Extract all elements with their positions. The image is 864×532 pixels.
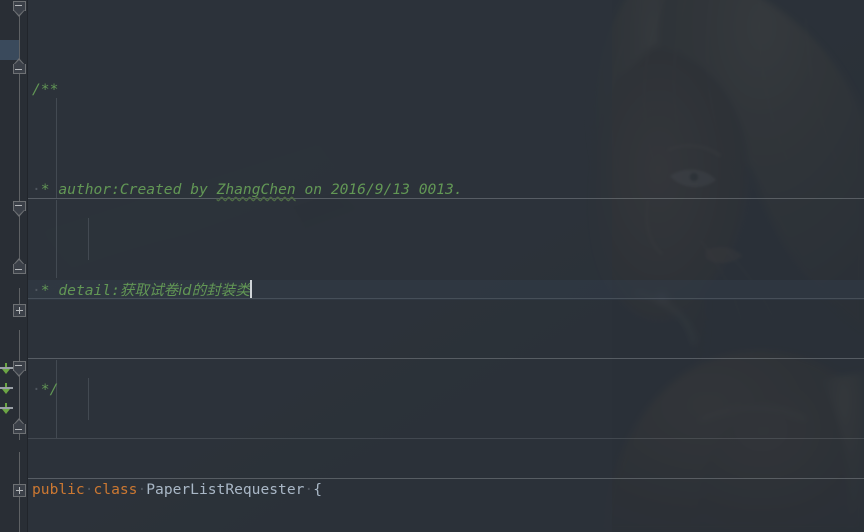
fold-ruler-line bbox=[19, 74, 20, 274]
fold-region-end-icon[interactable] bbox=[13, 418, 26, 434]
keyword-class: class bbox=[93, 481, 138, 498]
code-line[interactable]: /** bbox=[28, 80, 864, 100]
code-line-current[interactable]: ·* detail:获取试卷id的封装类 bbox=[28, 280, 864, 300]
code-editor[interactable]: /** ·* author:Created by ZhangChen on 20… bbox=[0, 0, 864, 532]
class-name: PaperListRequester bbox=[146, 481, 305, 498]
fold-ruler-line bbox=[19, 14, 20, 60]
implemented-method-icon[interactable] bbox=[0, 363, 13, 376]
implemented-method-icon[interactable] bbox=[0, 383, 13, 396]
whitespace-dot: · bbox=[32, 381, 41, 398]
fold-region-end-icon[interactable] bbox=[13, 258, 26, 274]
code-line[interactable]: ·*/ bbox=[28, 380, 864, 400]
code-line[interactable]: public·class·PaperListRequester·{ bbox=[28, 480, 864, 500]
javadoc-open: /** bbox=[32, 81, 59, 98]
fold-collapse-icon[interactable] bbox=[13, 201, 26, 218]
text-caret bbox=[249, 280, 252, 298]
fold-collapse-icon[interactable] bbox=[13, 1, 26, 18]
whitespace-dot: · bbox=[32, 181, 41, 198]
code-content[interactable]: /** ·* author:Created by ZhangChen on 20… bbox=[28, 0, 864, 532]
implemented-method-icon[interactable] bbox=[0, 403, 13, 416]
javadoc-close: */ bbox=[40, 381, 59, 398]
fold-collapse-icon[interactable] bbox=[13, 361, 26, 378]
whitespace-dot: · bbox=[32, 282, 41, 299]
gutter-markers[interactable] bbox=[0, 0, 28, 532]
keyword-public: public bbox=[32, 481, 85, 498]
fold-expand-icon[interactable] bbox=[13, 484, 26, 497]
fold-expand-icon[interactable] bbox=[13, 304, 26, 317]
fold-region-end-icon[interactable] bbox=[13, 58, 26, 74]
javadoc-author-line: * author:Created by ZhangChen on 2016/9/… bbox=[40, 181, 463, 198]
javadoc-detail-line: * detail:获取试卷id的封装类 bbox=[40, 282, 250, 299]
code-line[interactable]: ·* author:Created by ZhangChen on 2016/9… bbox=[28, 180, 864, 200]
